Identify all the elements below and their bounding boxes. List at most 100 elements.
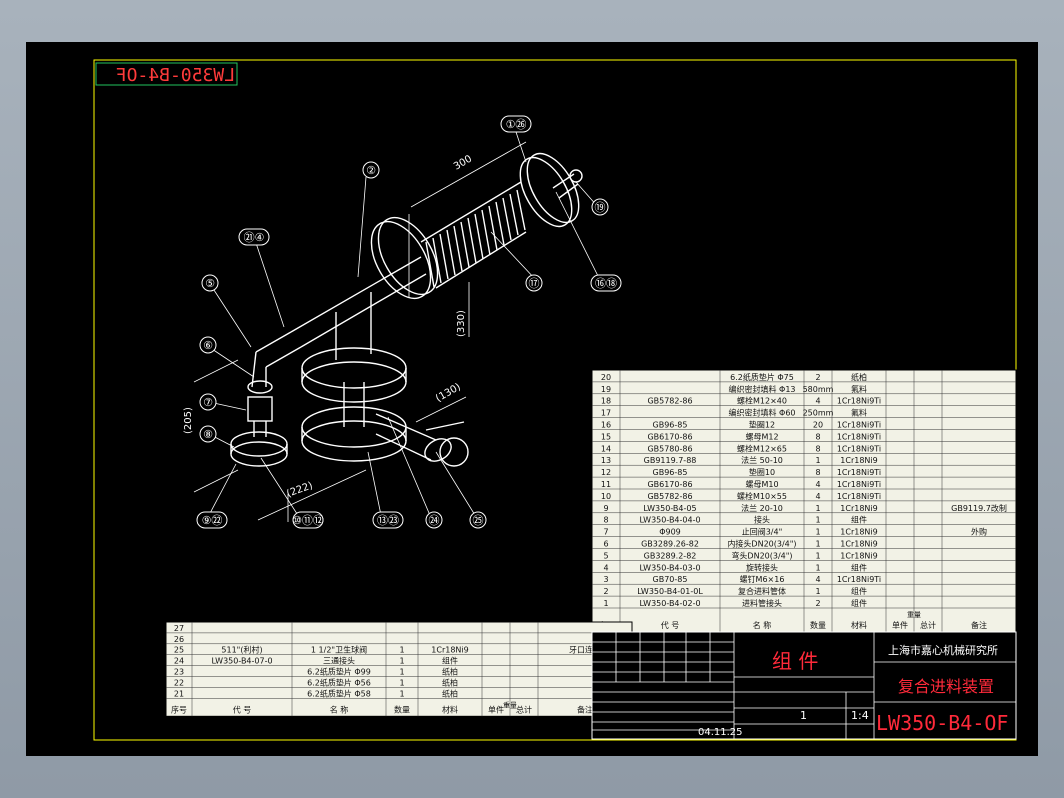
bom-header: 名 称 (330, 704, 349, 714)
bom-cell: 1 (815, 528, 820, 537)
drawing-svg: LW350-B4-OF 300 (330) (205) (130) (222) … (93, 59, 1017, 741)
bom-cell: 1Cr18Ni9Ti (837, 492, 881, 501)
balloon-label: ⑨㉒ (202, 514, 223, 527)
bom-cell: 螺栓M12×40 (737, 396, 787, 406)
cad-drawing-canvas[interactable]: LW350-B4-OF 300 (330) (205) (130) (222) … (26, 42, 1038, 756)
bom-cell: 8 (815, 444, 820, 453)
bom-cell: Φ909 (659, 528, 681, 537)
bom-header: 单件 (892, 620, 908, 630)
bom-cell: LW350-B4-05 (643, 504, 696, 513)
bom-cell: 螺栓M12×65 (737, 443, 787, 453)
bom-cell: 垫圈10 (749, 467, 775, 477)
bom-cell: 23 (174, 668, 184, 677)
bom-cell: 1Cr18Ni9Ti (837, 480, 881, 489)
flange-small (230, 431, 288, 457)
bom-header: 数量 (810, 620, 826, 630)
bom-header: 序号 (171, 704, 187, 714)
bom-cell: 12 (601, 468, 611, 477)
bom-cell: 1 (399, 668, 404, 677)
bom-cell: 6.2纸质垫片 Φ56 (307, 677, 371, 687)
bom-cell: 垫圈12 (749, 420, 775, 430)
bom-cell: 组件 (851, 515, 867, 525)
bom-cell: 13 (601, 456, 611, 465)
bom-cell: GB3289.2-82 (644, 551, 697, 560)
balloon-label: ⑲ (595, 201, 606, 214)
bom-header: 材料 (851, 620, 867, 630)
bom-header: 单件 (488, 704, 504, 714)
bom-cell: 1 (815, 587, 820, 596)
bom-cell: 1 (815, 551, 820, 560)
bom-cell: 9 (603, 504, 608, 513)
bom-cell: LW350-B4-07-0 (211, 657, 272, 666)
bom-cell: 3 (603, 575, 608, 584)
balloon-label: ② (366, 164, 376, 177)
bom-table-right: 20 6.2纸质垫片 Φ75 2 纸柏19 编织密封填料 Φ13 580mm 氟料18 GB5… (591, 369, 1017, 633)
mirrored-stamp: LW350-B4-OF (116, 65, 235, 86)
bom-cell: 250mm (803, 409, 834, 418)
bom-cell: 组件 (442, 656, 458, 666)
bom-cell: 纸柏 (442, 667, 458, 677)
bom-cell: 17 (601, 409, 611, 418)
bom-cell: 1Cr18Ni9Ti (837, 432, 881, 441)
bom-cell: GB6170-86 (647, 432, 692, 441)
bom-cell: 1Cr18Ni9Ti (837, 444, 881, 453)
title-type: 组 件 (772, 649, 818, 673)
bom-cell: 11 (601, 480, 611, 489)
bom-cell: 18 (601, 397, 611, 406)
bom-cell: 进料管接头 (742, 598, 782, 608)
bom-cell: 1Cr18Ni9Ti (837, 575, 881, 584)
bom-cell: 1Cr18Ni9Ti (837, 397, 881, 406)
bom-cell: 1 (815, 540, 820, 549)
bom-cell: 三通接头 (323, 656, 355, 666)
bom-cell: 26 (174, 635, 184, 644)
bom-cell: 20 (813, 421, 823, 430)
bom-header: 材料 (442, 704, 458, 714)
bom-cell: LW350-B4-02-0 (639, 599, 700, 608)
bom-cell: 组件 (851, 586, 867, 596)
bom-cell: 1 (399, 689, 404, 698)
leader-lines (207, 131, 602, 521)
bom-cell: 1 (399, 678, 404, 687)
bom-cell: LW350-B4-01-0L (637, 587, 703, 596)
bom-cell: LW350-B4-03-0 (639, 563, 700, 572)
balloon-label: ⑧ (203, 428, 213, 441)
bom-cell: 外购 (971, 527, 987, 537)
bom-header: 代 号 (233, 704, 252, 714)
bom-header: 总计 (920, 620, 936, 630)
bellows (420, 181, 527, 289)
bom-cell: 4 (815, 492, 820, 501)
bom-cell: 法兰 20-10 (741, 503, 783, 513)
bom-cell: 编织密封填料 Φ13 (728, 384, 795, 394)
balloon-label: ㉑④ (244, 231, 265, 244)
dim-222: (222) (285, 480, 314, 500)
dimension-lines (193, 141, 527, 522)
bom-cell: 14 (601, 444, 611, 453)
bom-cell: GB3289.26-82 (641, 540, 699, 549)
bom-cell: 1Cr18Ni9 (840, 551, 877, 560)
balloon-label: ⑦ (203, 396, 213, 409)
bom-cell: 6.2纸质垫片 Φ99 (307, 667, 371, 677)
bom-cell: 1Cr18Ni9 (840, 504, 877, 513)
dim-330: (330) (456, 310, 467, 337)
bom-cell: 接头 (754, 515, 770, 525)
bom-cell: 8 (815, 432, 820, 441)
bom-cell: GB96-85 (653, 421, 688, 430)
bom-cell: 1 (815, 516, 820, 525)
bom-cell: GB96-85 (653, 468, 688, 477)
title-date: 04.11.25 (698, 727, 743, 738)
bom-cell: 螺栓M10×55 (737, 491, 787, 501)
bom-cell: 22 (174, 678, 184, 687)
bom-cell: 8 (815, 468, 820, 477)
title-scale: 1:4 (851, 709, 869, 722)
bom-cell: 2 (815, 373, 820, 382)
bom-cell: 4 (815, 397, 820, 406)
bom-cell: 6.2纸质垫片 Φ58 (307, 688, 371, 698)
bom-cell: GB5782-86 (647, 492, 692, 501)
dim-300: 300 (452, 154, 474, 173)
bom-cell: 螺母M10 (745, 479, 778, 489)
balloon-label: ⑯⑱ (595, 277, 617, 290)
title-code: LW350-B4-OF (876, 711, 1008, 735)
bom-cell: 4 (815, 575, 820, 584)
bom-cell: 纸柏 (442, 677, 458, 687)
bom-cell: 氟料 (851, 384, 867, 394)
